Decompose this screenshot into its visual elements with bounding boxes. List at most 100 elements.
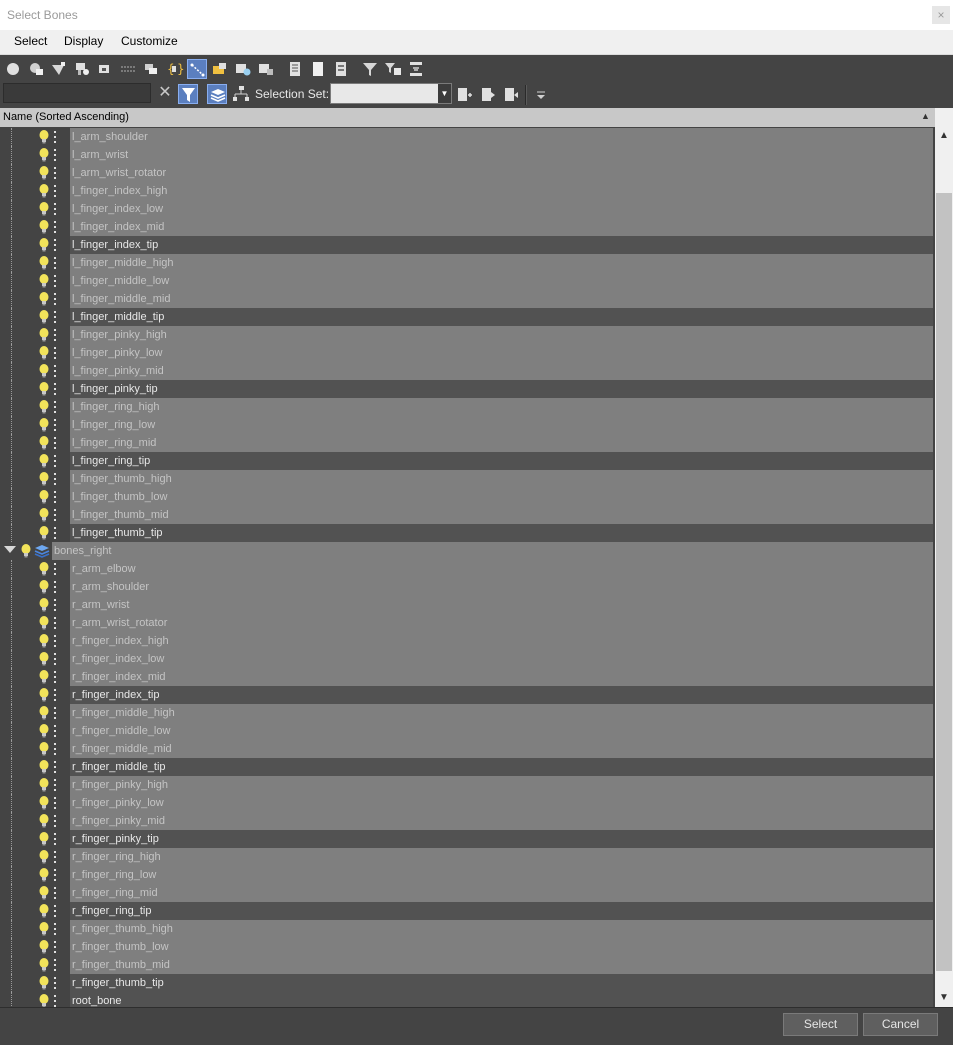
lightbulb-icon[interactable] (38, 723, 50, 739)
tree-row[interactable]: r_finger_index_low (0, 650, 935, 668)
lightbulb-icon[interactable] (38, 435, 50, 451)
lightbulb-icon[interactable] (38, 561, 50, 577)
tree-row[interactable]: r_finger_index_tip (0, 686, 935, 704)
lightbulb-icon[interactable] (38, 381, 50, 397)
filter-icon[interactable] (360, 59, 380, 79)
lightbulb-icon[interactable] (38, 831, 50, 847)
lightbulb-icon[interactable] (38, 129, 50, 145)
tree-row[interactable]: l_finger_thumb_tip (0, 524, 935, 542)
tree-row[interactable]: r_finger_ring_mid (0, 884, 935, 902)
display-groups-icon[interactable] (141, 59, 161, 79)
lightbulb-icon[interactable] (38, 867, 50, 883)
vertical-scrollbar[interactable]: ▲ ▼ (935, 127, 953, 1007)
tree-row[interactable]: l_finger_middle_low (0, 272, 935, 290)
lightbulb-icon[interactable] (38, 291, 50, 307)
lightbulb-icon[interactable] (38, 849, 50, 865)
lightbulb-icon[interactable] (38, 975, 50, 991)
selection-set-dropdown[interactable]: ▼ (330, 83, 452, 104)
edit-named-selection-icon[interactable] (454, 85, 474, 105)
tree-row[interactable]: r_arm_shoulder (0, 578, 935, 596)
tree-row[interactable]: l_arm_shoulder (0, 128, 935, 146)
toolbar-overflow-icon[interactable] (534, 88, 554, 108)
tree-row[interactable]: r_finger_thumb_tip (0, 974, 935, 992)
tree-row[interactable]: r_finger_ring_tip (0, 902, 935, 920)
tree-row[interactable]: l_finger_middle_tip (0, 308, 935, 326)
lightbulb-icon[interactable] (38, 705, 50, 721)
filter-options-icon[interactable] (383, 59, 403, 79)
tree-row[interactable]: l_finger_thumb_mid (0, 506, 935, 524)
tree-row[interactable]: l_finger_ring_high (0, 398, 935, 416)
lightbulb-icon[interactable] (38, 201, 50, 217)
tree-row[interactable]: r_finger_pinky_high (0, 776, 935, 794)
tree-row[interactable]: r_finger_pinky_tip (0, 830, 935, 848)
lightbulb-icon[interactable] (38, 273, 50, 289)
tree-row[interactable]: l_finger_index_high (0, 182, 935, 200)
menu-select[interactable]: Select (14, 34, 47, 48)
tree-row[interactable]: r_finger_thumb_high (0, 920, 935, 938)
menu-customize[interactable]: Customize (121, 34, 178, 48)
tree-row[interactable]: r_arm_elbow (0, 560, 935, 578)
lightbulb-icon[interactable] (38, 327, 50, 343)
lightbulb-icon[interactable] (38, 165, 50, 181)
lightbulb-icon[interactable] (38, 615, 50, 631)
lightbulb-icon[interactable] (38, 489, 50, 505)
lightbulb-icon[interactable] (38, 921, 50, 937)
lightbulb-icon[interactable] (38, 525, 50, 541)
lightbulb-icon[interactable] (38, 345, 50, 361)
lightbulb-icon[interactable] (38, 669, 50, 685)
tree-row[interactable]: l_arm_wrist (0, 146, 935, 164)
lightbulb-icon[interactable] (38, 399, 50, 415)
tree-row[interactable]: r_finger_ring_high (0, 848, 935, 866)
display-shapes-icon[interactable] (26, 59, 46, 79)
lightbulb-icon[interactable] (38, 795, 50, 811)
display-spacewarps-icon[interactable] (118, 59, 138, 79)
select-invert-icon[interactable] (331, 59, 351, 79)
lightbulb-icon[interactable] (38, 777, 50, 793)
tree-row[interactable]: l_finger_pinky_tip (0, 380, 935, 398)
tree-row[interactable]: r_finger_middle_tip (0, 758, 935, 776)
lightbulb-icon[interactable] (38, 471, 50, 487)
lightbulb-icon[interactable] (20, 543, 32, 559)
display-lights-icon[interactable] (49, 59, 69, 79)
tree-row[interactable]: l_finger_index_mid (0, 218, 935, 236)
lightbulb-icon[interactable] (38, 633, 50, 649)
tree-row[interactable]: l_finger_middle_mid (0, 290, 935, 308)
tree-row[interactable]: l_finger_thumb_high (0, 470, 935, 488)
collapse-arrow-icon[interactable] (4, 546, 16, 553)
lightbulb-icon[interactable] (38, 885, 50, 901)
menu-display[interactable]: Display (64, 34, 103, 48)
select-all-icon[interactable] (285, 59, 305, 79)
find-name-input[interactable] (3, 83, 151, 103)
display-frozen-icon[interactable] (233, 59, 253, 79)
tree-row[interactable]: r_finger_middle_low (0, 722, 935, 740)
display-cameras-icon[interactable] (72, 59, 92, 79)
tree-row[interactable]: r_finger_index_high (0, 632, 935, 650)
lightbulb-icon[interactable] (38, 903, 50, 919)
collapse-icon[interactable] (406, 59, 426, 79)
scroll-down-icon[interactable]: ▼ (935, 989, 953, 1007)
lightbulb-icon[interactable] (38, 993, 50, 1007)
lightbulb-icon[interactable] (38, 453, 50, 469)
lightbulb-icon[interactable] (38, 687, 50, 703)
lightbulb-icon[interactable] (38, 651, 50, 667)
lightbulb-icon[interactable] (38, 597, 50, 613)
lightbulb-icon[interactable] (38, 579, 50, 595)
tree-row[interactable]: l_arm_wrist_rotator (0, 164, 935, 182)
tree-row[interactable]: l_finger_index_low (0, 200, 935, 218)
tree-row[interactable]: r_finger_index_mid (0, 668, 935, 686)
select-none-icon[interactable] (308, 59, 328, 79)
tree-row[interactable]: root_bone (0, 992, 935, 1007)
scroll-up-icon[interactable]: ▲ (935, 127, 953, 145)
lightbulb-icon[interactable] (38, 741, 50, 757)
tree-row[interactable]: l_finger_pinky_low (0, 344, 935, 362)
tree-row[interactable]: r_finger_pinky_low (0, 794, 935, 812)
lightbulb-icon[interactable] (38, 255, 50, 271)
tree-row[interactable]: r_finger_thumb_low (0, 938, 935, 956)
tree-row[interactable]: l_finger_middle_high (0, 254, 935, 272)
lightbulb-icon[interactable] (38, 507, 50, 523)
tree-row[interactable]: r_finger_middle_mid (0, 740, 935, 758)
lightbulb-icon[interactable] (38, 183, 50, 199)
tree-row[interactable]: r_finger_middle_high (0, 704, 935, 722)
remove-from-selection-set-icon[interactable] (501, 85, 521, 105)
filter-toggle-icon[interactable] (178, 84, 198, 104)
